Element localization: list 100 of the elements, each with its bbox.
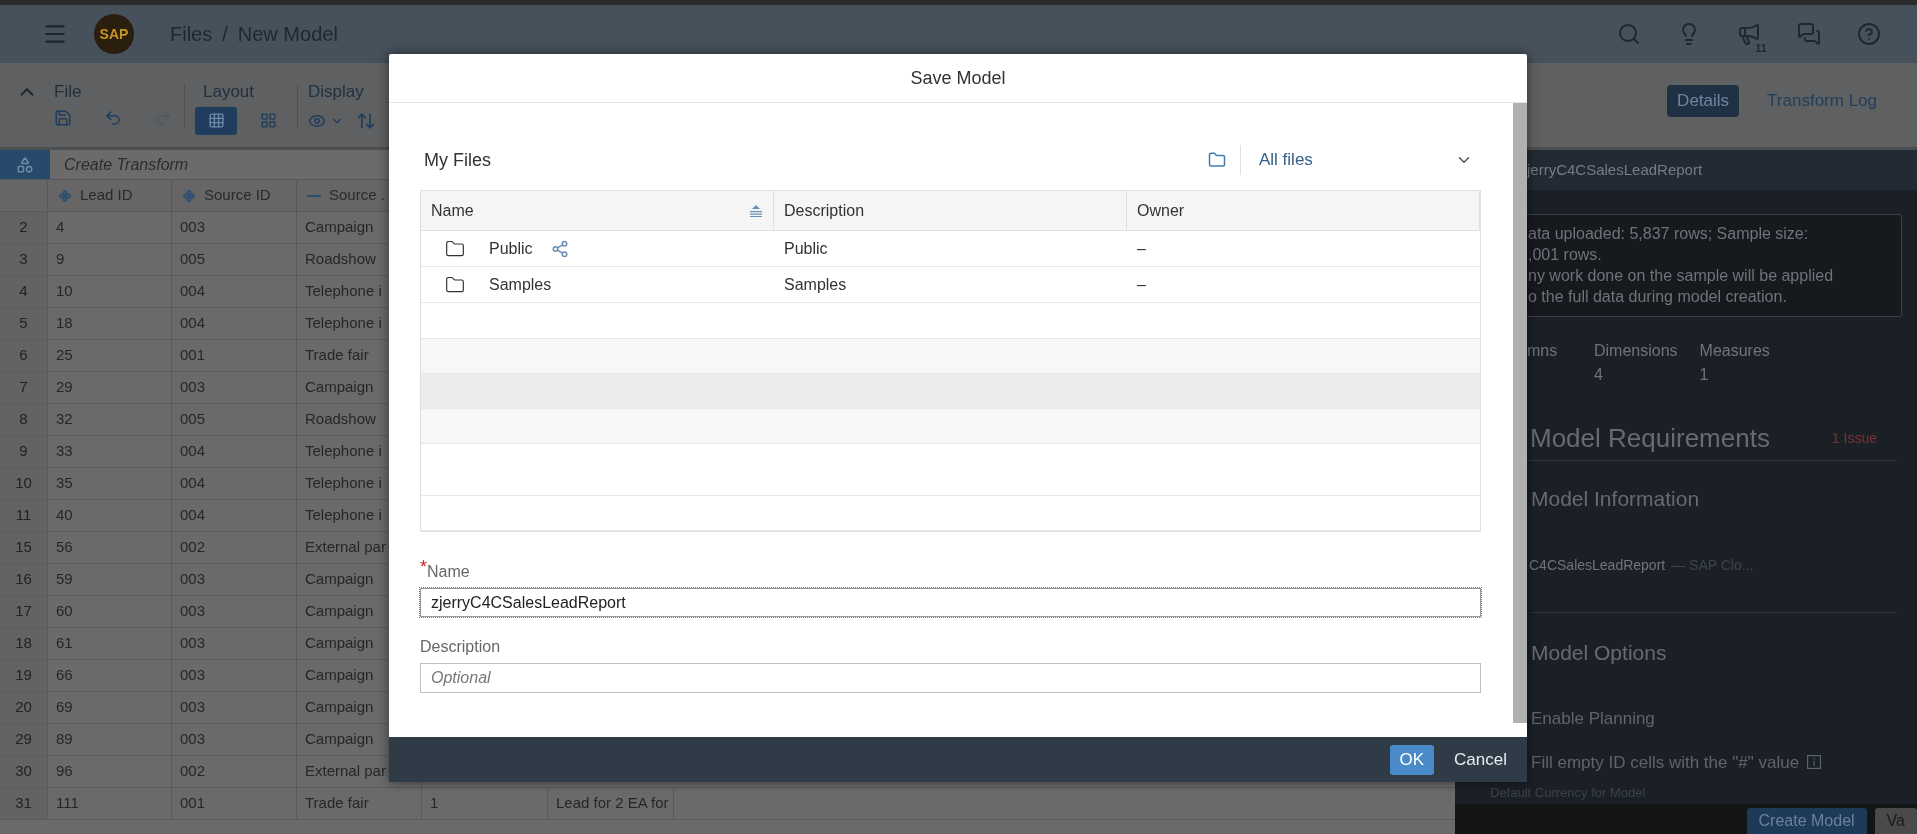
table-cell: 32 [48,404,172,435]
stat-value: 1 [1699,365,1710,385]
table-cell: 002 [172,532,297,563]
row-number: 7 [0,372,48,403]
section-heading: Model Requirements [1530,422,1770,455]
group-label: File [54,81,83,103]
group-label: Display [308,81,365,103]
table-cell-text: – [1136,274,1147,295]
table-cell: 9 [48,244,172,275]
table-cell: 003 [172,596,297,627]
breadcrumb-separator: / [222,22,228,47]
row-number: 10 [0,468,48,499]
row-number: 29 [0,724,48,755]
table-cell: 59 [48,564,172,595]
table-cell-text: Public [783,238,829,259]
row-number: 16 [0,564,48,595]
table-cell: 66 [48,660,172,691]
table-cell: 004 [172,436,297,467]
table-cell: 96 [48,756,172,787]
column-header[interactable]: Owner [1127,191,1480,230]
dialog-title: Save Model [910,66,1006,90]
info-text: ,001 rows. [1528,245,1603,265]
table-cell: 003 [172,660,297,691]
table-cell: 40 [48,500,172,531]
field-label: Description [420,637,502,657]
panel-tab[interactable]: Details [1667,85,1740,117]
row-number: 6 [0,340,48,371]
row-number: 20 [0,692,48,723]
dialog-button[interactable]: Cancel [1444,744,1517,775]
table-cell: 003 [172,564,297,595]
table-cell: 005 [172,404,297,435]
table-cell: 002 [172,756,297,787]
column-header[interactable]: Description [774,191,1127,230]
info-text: o the full data during model creation. [1528,287,1788,307]
row-number: 3 [0,244,48,275]
filter-dropdown[interactable]: All files [1259,147,1473,173]
table-cell: 29 [48,372,172,403]
stat-label: Measures [1699,341,1770,361]
table-cell-text: – [1136,238,1147,259]
table-cell: 89 [48,724,172,755]
row-number: 31 [0,788,48,819]
dataset-title: jerryC4CSalesLeadReport [1527,159,1703,180]
section-heading: Model Options [1531,640,1667,664]
name-field[interactable]: zjerryC4CSalesLeadReport [420,588,1481,617]
stat-label: mns [1527,341,1559,361]
column-header[interactable]: Name [421,191,774,230]
stat-value: 4 [1594,365,1604,385]
row-number: 8 [0,404,48,435]
file-name[interactable]: Samples [489,272,552,297]
row-number: 4 [0,276,48,307]
table-cell: 4 [48,212,172,243]
row-number: 19 [0,660,48,691]
table-cell: Lead for 2 EA for [548,788,674,819]
row-number: 17 [0,596,48,627]
table-cell: 001 [172,788,297,819]
field-label: Name [427,562,470,582]
stat-label: Dimensions [1594,341,1678,361]
table-cell: 18 [48,308,172,339]
info-text: ny work done on the sample will be applied [1528,266,1835,286]
option-label: Enable Planning [1531,708,1655,730]
option-label: Fill empty ID cells with the "#" value [1531,751,1800,774]
table-cell: 10 [48,276,172,307]
table-cell: 003 [172,212,297,243]
table-cell: 001 [172,340,297,371]
file-name[interactable]: Public [489,236,533,261]
dialog-button[interactable]: OK [1389,744,1435,775]
section-heading: Model Information [1531,487,1700,510]
row-number: 9 [0,436,48,467]
model-name: C4CSalesLeadReport [1529,555,1666,575]
table-cell: 003 [172,724,297,755]
table-cell: 003 [172,692,297,723]
table-cell: 003 [172,628,297,659]
description-field[interactable]: Optional [420,663,1481,693]
table-cell: 003 [172,372,297,403]
table-cell: 33 [48,436,172,467]
table-cell: 60 [48,596,172,627]
table-cell: 61 [48,628,172,659]
table-cell: 35 [48,468,172,499]
file-row[interactable]: Public Public – [421,231,1480,267]
table-cell: 56 [48,532,172,563]
info-text: ata uploaded: 5,837 rows; Sample size: [1528,224,1810,244]
logo[interactable]: SAP [94,14,134,54]
table-cell: 004 [172,468,297,499]
group-label: Layout [203,81,256,103]
table-cell: 69 [48,692,172,723]
row-number: 30 [0,756,48,787]
row-number: 11 [0,500,48,531]
table-cell: 004 [172,276,297,307]
required-mark: * [420,558,427,576]
section-title: My Files [424,148,491,172]
row-number: 15 [0,532,48,563]
row-number: 18 [0,628,48,659]
table-cell: 25 [48,340,172,371]
table-cell: 005 [172,244,297,275]
table-cell: 1 [422,788,548,819]
table-cell: 004 [172,500,297,531]
table-cell-text: Samples [783,274,848,295]
table-cell: 111 [48,788,172,819]
table-cell: Trade fair [297,788,422,819]
row-number: 5 [0,308,48,339]
